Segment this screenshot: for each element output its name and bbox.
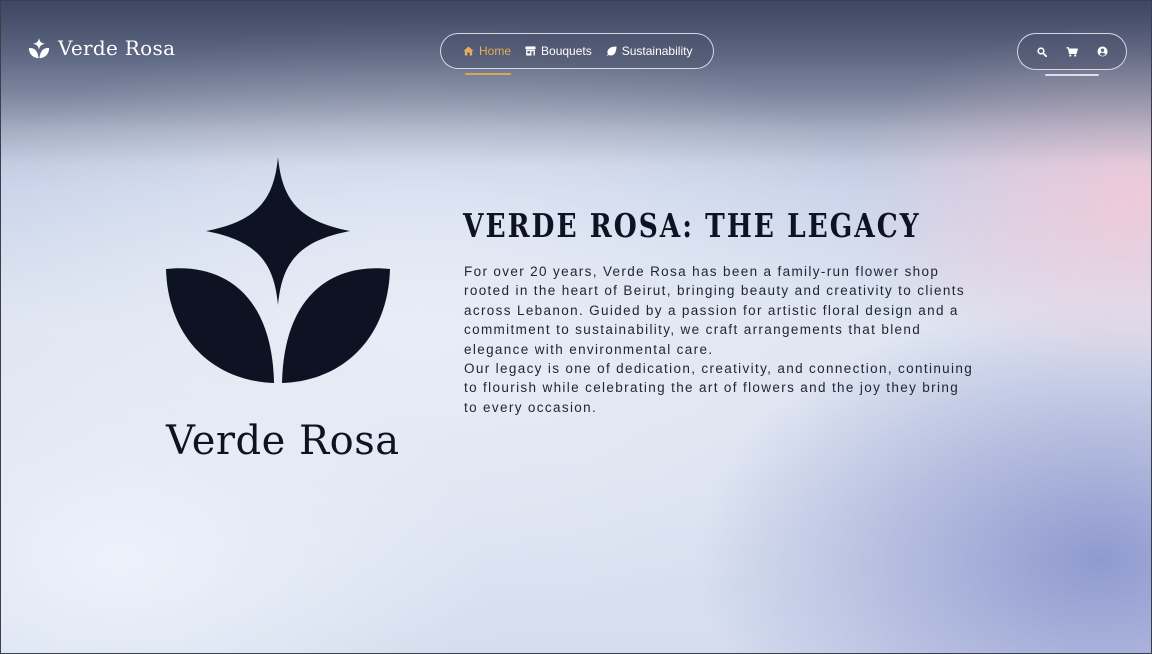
lotus-star-logo-icon	[166, 157, 390, 383]
legacy-paragraph-1: For over 20 years, Verde Rosa has been a…	[464, 264, 965, 357]
action-icons	[1017, 33, 1127, 70]
main-nav: Home Bouquets Sustainability	[440, 33, 714, 69]
hero-wordmark: Verde Rosa	[166, 418, 400, 464]
nav-active-indicator	[465, 73, 511, 75]
leaf-icon	[606, 46, 617, 56]
search-button[interactable]	[1035, 45, 1049, 59]
nav-item-home[interactable]: Home	[463, 44, 511, 58]
legacy-description: For over 20 years, Verde Rosa has been a…	[464, 262, 974, 417]
page-title: VERDE ROSA: THE LEGACY	[463, 206, 921, 245]
cart-button[interactable]	[1065, 45, 1079, 59]
store-icon	[525, 46, 536, 56]
nav-item-home-label: Home	[479, 44, 512, 58]
home-icon	[463, 46, 474, 56]
search-icon	[1037, 46, 1047, 57]
nav-item-sustainability[interactable]: Sustainability	[606, 44, 693, 58]
nav-item-bouquets-label: Bouquets	[541, 44, 592, 58]
lotus-star-logo-icon	[28, 37, 50, 59]
brand-logo-link[interactable]: Verde Rosa	[28, 36, 175, 60]
cart-icon	[1066, 46, 1078, 57]
user-icon	[1097, 46, 1107, 57]
brand-name: Verde Rosa	[58, 36, 176, 60]
icons-indicator	[1045, 74, 1099, 76]
account-button[interactable]	[1095, 45, 1109, 59]
nav-item-sustainability-label: Sustainability	[621, 44, 693, 58]
header-backdrop	[0, 0, 1152, 165]
nav-item-bouquets[interactable]: Bouquets	[525, 44, 592, 58]
legacy-paragraph-2: Our legacy is one of dedication, creativ…	[464, 361, 974, 415]
